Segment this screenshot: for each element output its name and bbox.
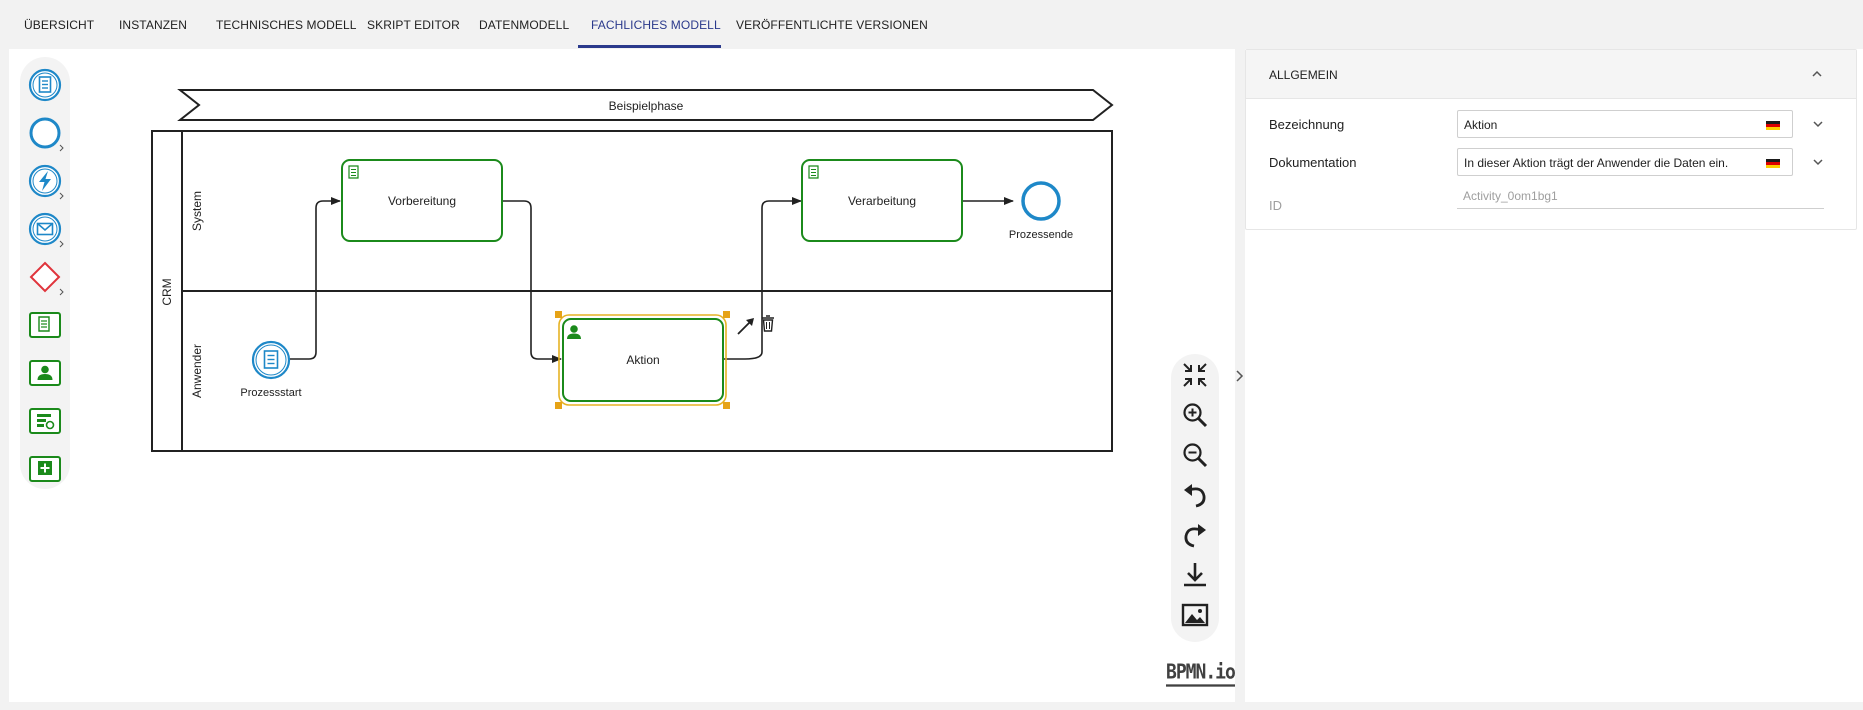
resize-handle — [723, 402, 730, 409]
tab-instanzen[interactable]: INSTANZEN — [119, 0, 187, 49]
tab-datenmodell[interactable]: DATENMODELL — [479, 0, 569, 49]
id-field: Activity_0om1bg1 — [1457, 189, 1824, 209]
task-label: Aktion — [626, 353, 659, 367]
dokumentation-label: Dokumentation — [1269, 155, 1357, 170]
tab-fachliches-modell[interactable]: FACHLICHES MODELL — [591, 0, 721, 49]
active-tab-indicator — [578, 45, 721, 48]
bpmn-io-logo[interactable]: BPMN.io — [1166, 661, 1236, 687]
german-flag-icon[interactable] — [1766, 159, 1780, 168]
resize-handle — [555, 311, 562, 318]
task-vorbereitung[interactable]: Vorbereitung — [341, 159, 503, 242]
properties-section-allgemein: ALLGEMEIN Bezeichnung Aktion Dokumentati… — [1245, 49, 1857, 230]
id-label: ID — [1269, 198, 1282, 213]
download-icon — [1184, 563, 1206, 587]
chevron-down-icon[interactable] — [1811, 117, 1825, 131]
event-label: Prozessstart — [240, 387, 301, 399]
id-value: Activity_0om1bg1 — [1463, 189, 1558, 203]
chevron-up-icon[interactable] — [1809, 66, 1825, 82]
redo-icon — [1184, 524, 1206, 548]
phase-label: Beispielphase — [609, 99, 684, 113]
bezeichnung-input[interactable]: Aktion — [1457, 110, 1793, 138]
bpmn-diagram: Beispielphase CRM System Anwender Vorber… — [151, 89, 1114, 452]
task-label: Vorbereitung — [388, 194, 456, 208]
redo-button[interactable] — [1180, 520, 1210, 550]
canvas-actions-bar — [1171, 354, 1219, 642]
undo-button[interactable] — [1180, 480, 1210, 510]
task-label: Verarbeitung — [848, 194, 916, 208]
tab-uebersicht[interactable]: ÜBERSICHT — [24, 0, 94, 49]
pool-crm[interactable]: CRM System Anwender — [151, 130, 1113, 452]
resize-handle — [555, 402, 562, 409]
dokumentation-input[interactable]: In dieser Aktion trägt der Anwender die … — [1457, 148, 1793, 176]
top-tab-bar: ÜBERSICHT INSTANZEN TECHNISCHES MODELL S… — [0, 0, 1863, 49]
zoom-in-button[interactable] — [1180, 400, 1210, 430]
download-button[interactable] — [1180, 560, 1210, 590]
tab-technisches-modell[interactable]: TECHNISCHES MODELL — [216, 0, 356, 49]
german-flag-icon[interactable] — [1766, 121, 1780, 130]
tab-veroeffentlichte-versionen[interactable]: VERÖFFENTLICHTE VERSIONEN — [736, 0, 928, 49]
resize-handle — [723, 311, 730, 318]
modeler-canvas[interactable]: Beispielphase CRM System Anwender Vorber… — [9, 49, 1236, 702]
lane-label-anwender: Anwender — [190, 344, 204, 398]
undo-icon — [1184, 484, 1206, 508]
bezeichnung-value: Aktion — [1464, 118, 1498, 132]
section-header[interactable]: ALLGEMEIN — [1246, 50, 1856, 99]
pool-label: CRM — [160, 278, 174, 305]
tab-skript-editor[interactable]: SKRIPT EDITOR — [367, 0, 460, 49]
properties-panel: ALLGEMEIN Bezeichnung Aktion Dokumentati… — [1245, 49, 1863, 702]
fit-viewport-button[interactable] — [1180, 360, 1210, 390]
bezeichnung-label: Bezeichnung — [1269, 117, 1345, 132]
zoom-out-icon — [1183, 443, 1208, 468]
task-aktion[interactable]: Aktion — [555, 311, 730, 409]
phase-band[interactable]: Beispielphase — [177, 89, 1114, 121]
section-title: ALLGEMEIN — [1269, 68, 1338, 82]
event-label: Prozessende — [1009, 229, 1073, 241]
task-verarbeitung[interactable]: Verarbeitung — [801, 159, 963, 242]
user-icon — [570, 325, 578, 333]
dokumentation-value: In dieser Aktion trägt der Anwender die … — [1464, 156, 1729, 170]
zoom-in-icon — [1183, 403, 1208, 428]
chevron-down-icon[interactable] — [1811, 155, 1825, 169]
lane-label-system: System — [190, 191, 204, 231]
collapse-arrows-icon — [1183, 363, 1207, 387]
zoom-out-button[interactable] — [1180, 440, 1210, 470]
export-image-button[interactable] — [1180, 600, 1210, 630]
image-icon — [1181, 603, 1209, 627]
